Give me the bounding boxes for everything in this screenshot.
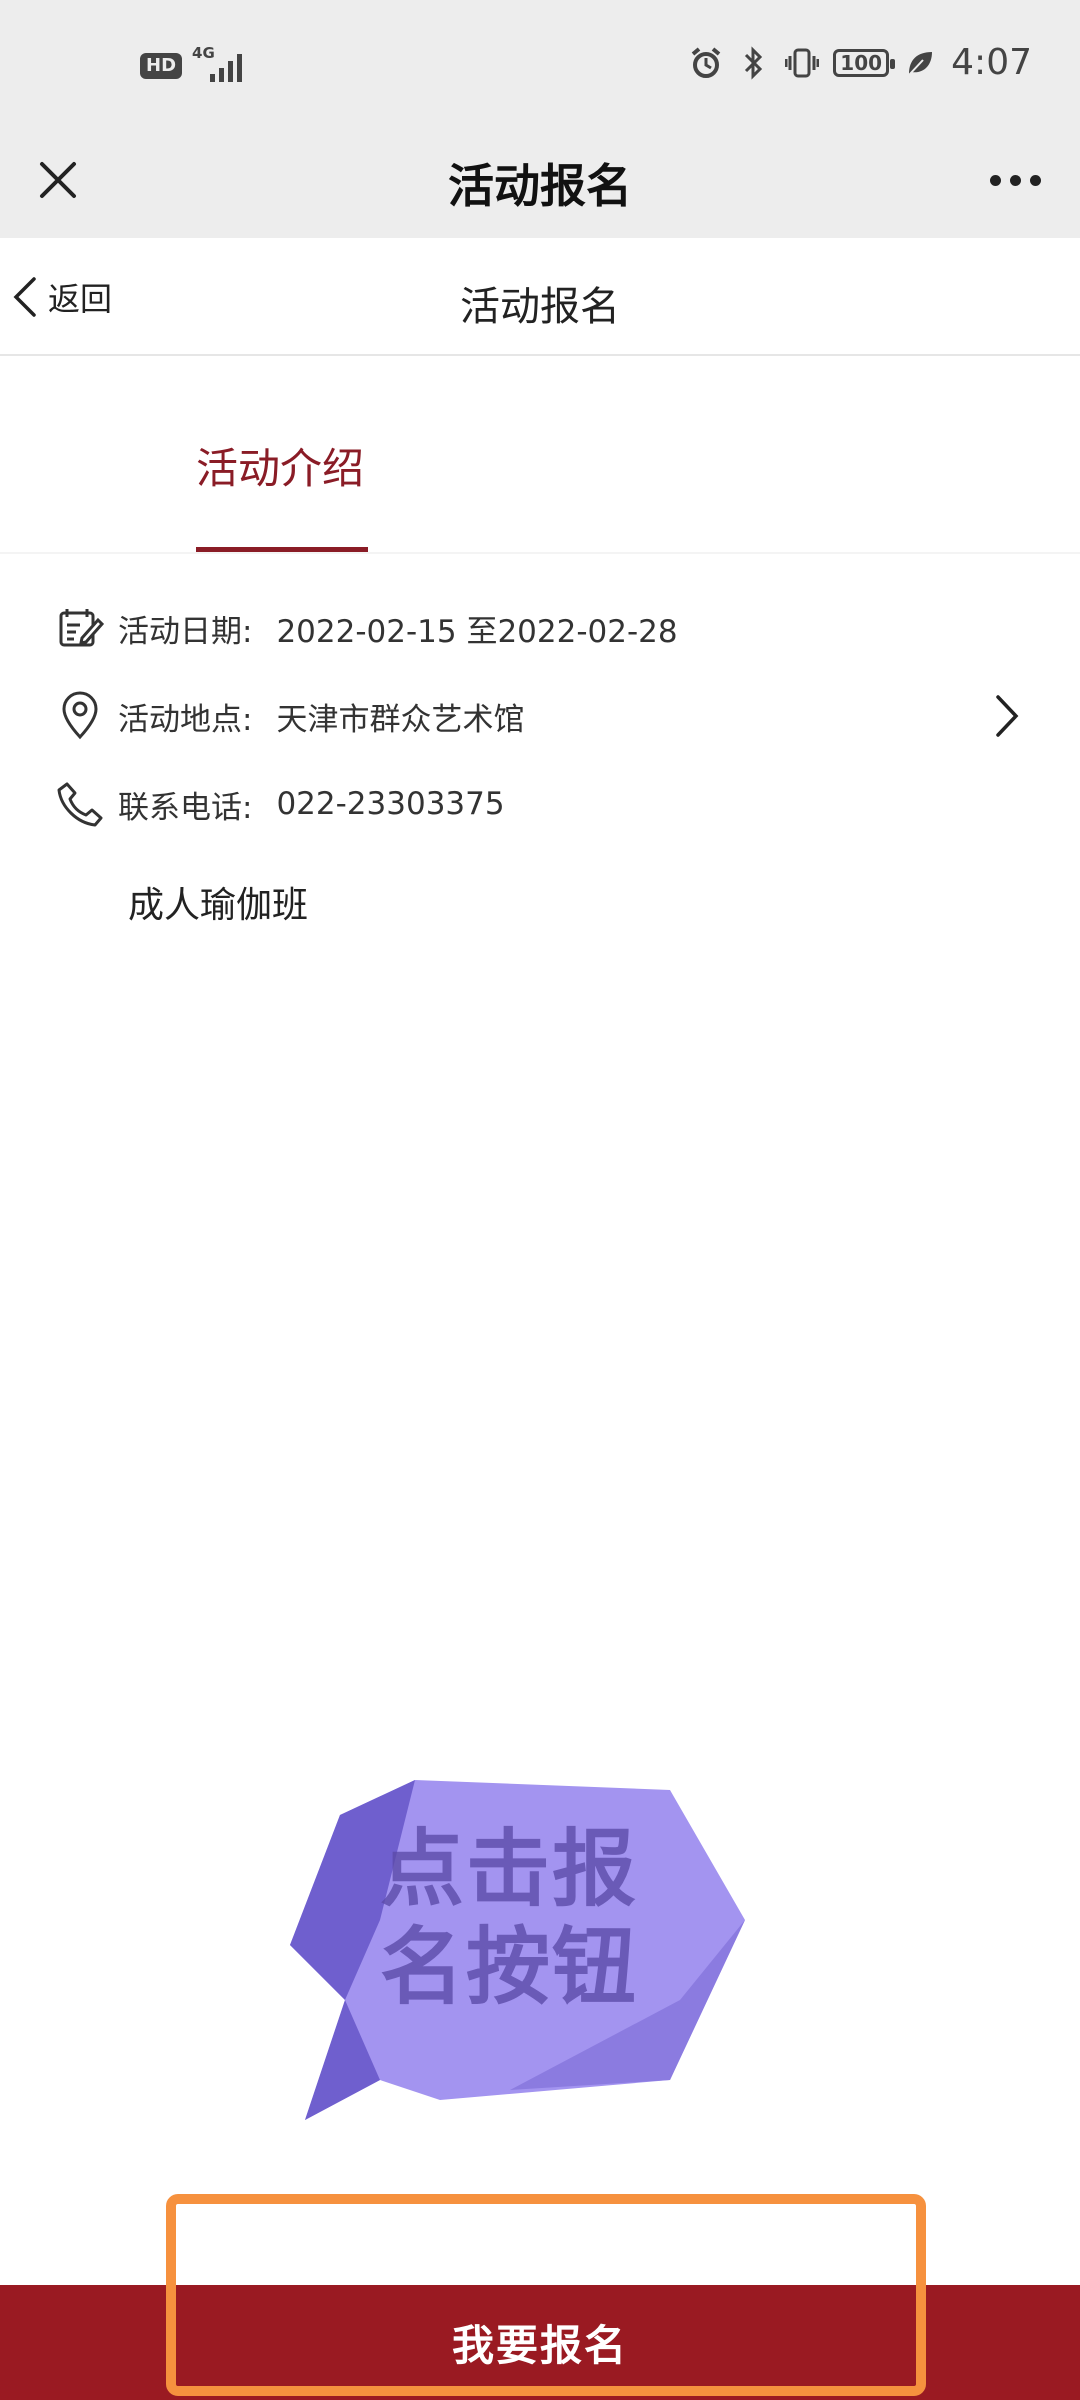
- status-bar: HD 4G 100 4:07: [0, 0, 1080, 128]
- activity-date-value: 2022-02-15 至2022-02-28: [276, 613, 678, 650]
- phone-icon: [52, 776, 108, 832]
- contact-phone-value: 022-23303375: [276, 786, 505, 822]
- activity-location-label: 活动地点:: [118, 701, 253, 738]
- app-header: 活动报名: [0, 128, 1080, 238]
- contact-phone-row[interactable]: 联系电话: 022-23303375: [52, 774, 1052, 834]
- chevron-right-icon: [982, 686, 1032, 746]
- activity-description: 成人瑜伽班: [128, 885, 309, 926]
- clock: 4:07: [951, 42, 1032, 83]
- location-pin-icon: [52, 688, 108, 744]
- signal-bars: [210, 52, 243, 82]
- more-button[interactable]: [980, 150, 1050, 210]
- tab-activity-intro[interactable]: 活动介绍: [196, 440, 368, 552]
- battery-level-text: 100: [840, 50, 883, 75]
- overlay-hint-line2: 名按钮: [380, 1918, 639, 2016]
- bluetooth-icon: [737, 43, 771, 83]
- activity-date-label: 活动日期:: [118, 613, 253, 650]
- overlay-hint-line1: 点击报: [380, 1820, 639, 1918]
- page-nav-bar: 返回 活动报名: [0, 238, 1080, 356]
- activity-location-row[interactable]: 活动地点: 天津市群众艺术馆: [52, 686, 1052, 746]
- tab-divider: [0, 552, 1080, 554]
- alarm-icon: [689, 43, 723, 83]
- overlay-hint-text: 点击报 名按钮: [380, 1820, 650, 2016]
- activity-location-value: 天津市群众艺术馆: [276, 701, 525, 738]
- leaf-icon: [903, 43, 937, 83]
- more-icon: [1009, 174, 1021, 186]
- contact-phone-label: 联系电话:: [118, 789, 253, 826]
- activity-date-row: 活动日期: 2022-02-15 至2022-02-28: [52, 598, 1052, 658]
- status-right-group: 100 4:07: [689, 42, 1032, 83]
- cellular-signal-icon: 4G: [192, 46, 252, 86]
- vibrate-icon: [785, 43, 820, 83]
- battery-icon: 100: [833, 48, 896, 77]
- more-icon: [989, 174, 1001, 186]
- signup-highlight-frame: [166, 2194, 926, 2396]
- more-icon: [1029, 174, 1041, 186]
- page-title: 活动报名: [460, 284, 620, 330]
- calendar-edit-icon: [52, 600, 108, 656]
- app-title: 活动报名: [448, 159, 632, 213]
- tab-label: 活动介绍: [196, 444, 365, 493]
- status-left-group: HD 4G: [140, 46, 252, 86]
- hd-badge: HD: [140, 53, 183, 79]
